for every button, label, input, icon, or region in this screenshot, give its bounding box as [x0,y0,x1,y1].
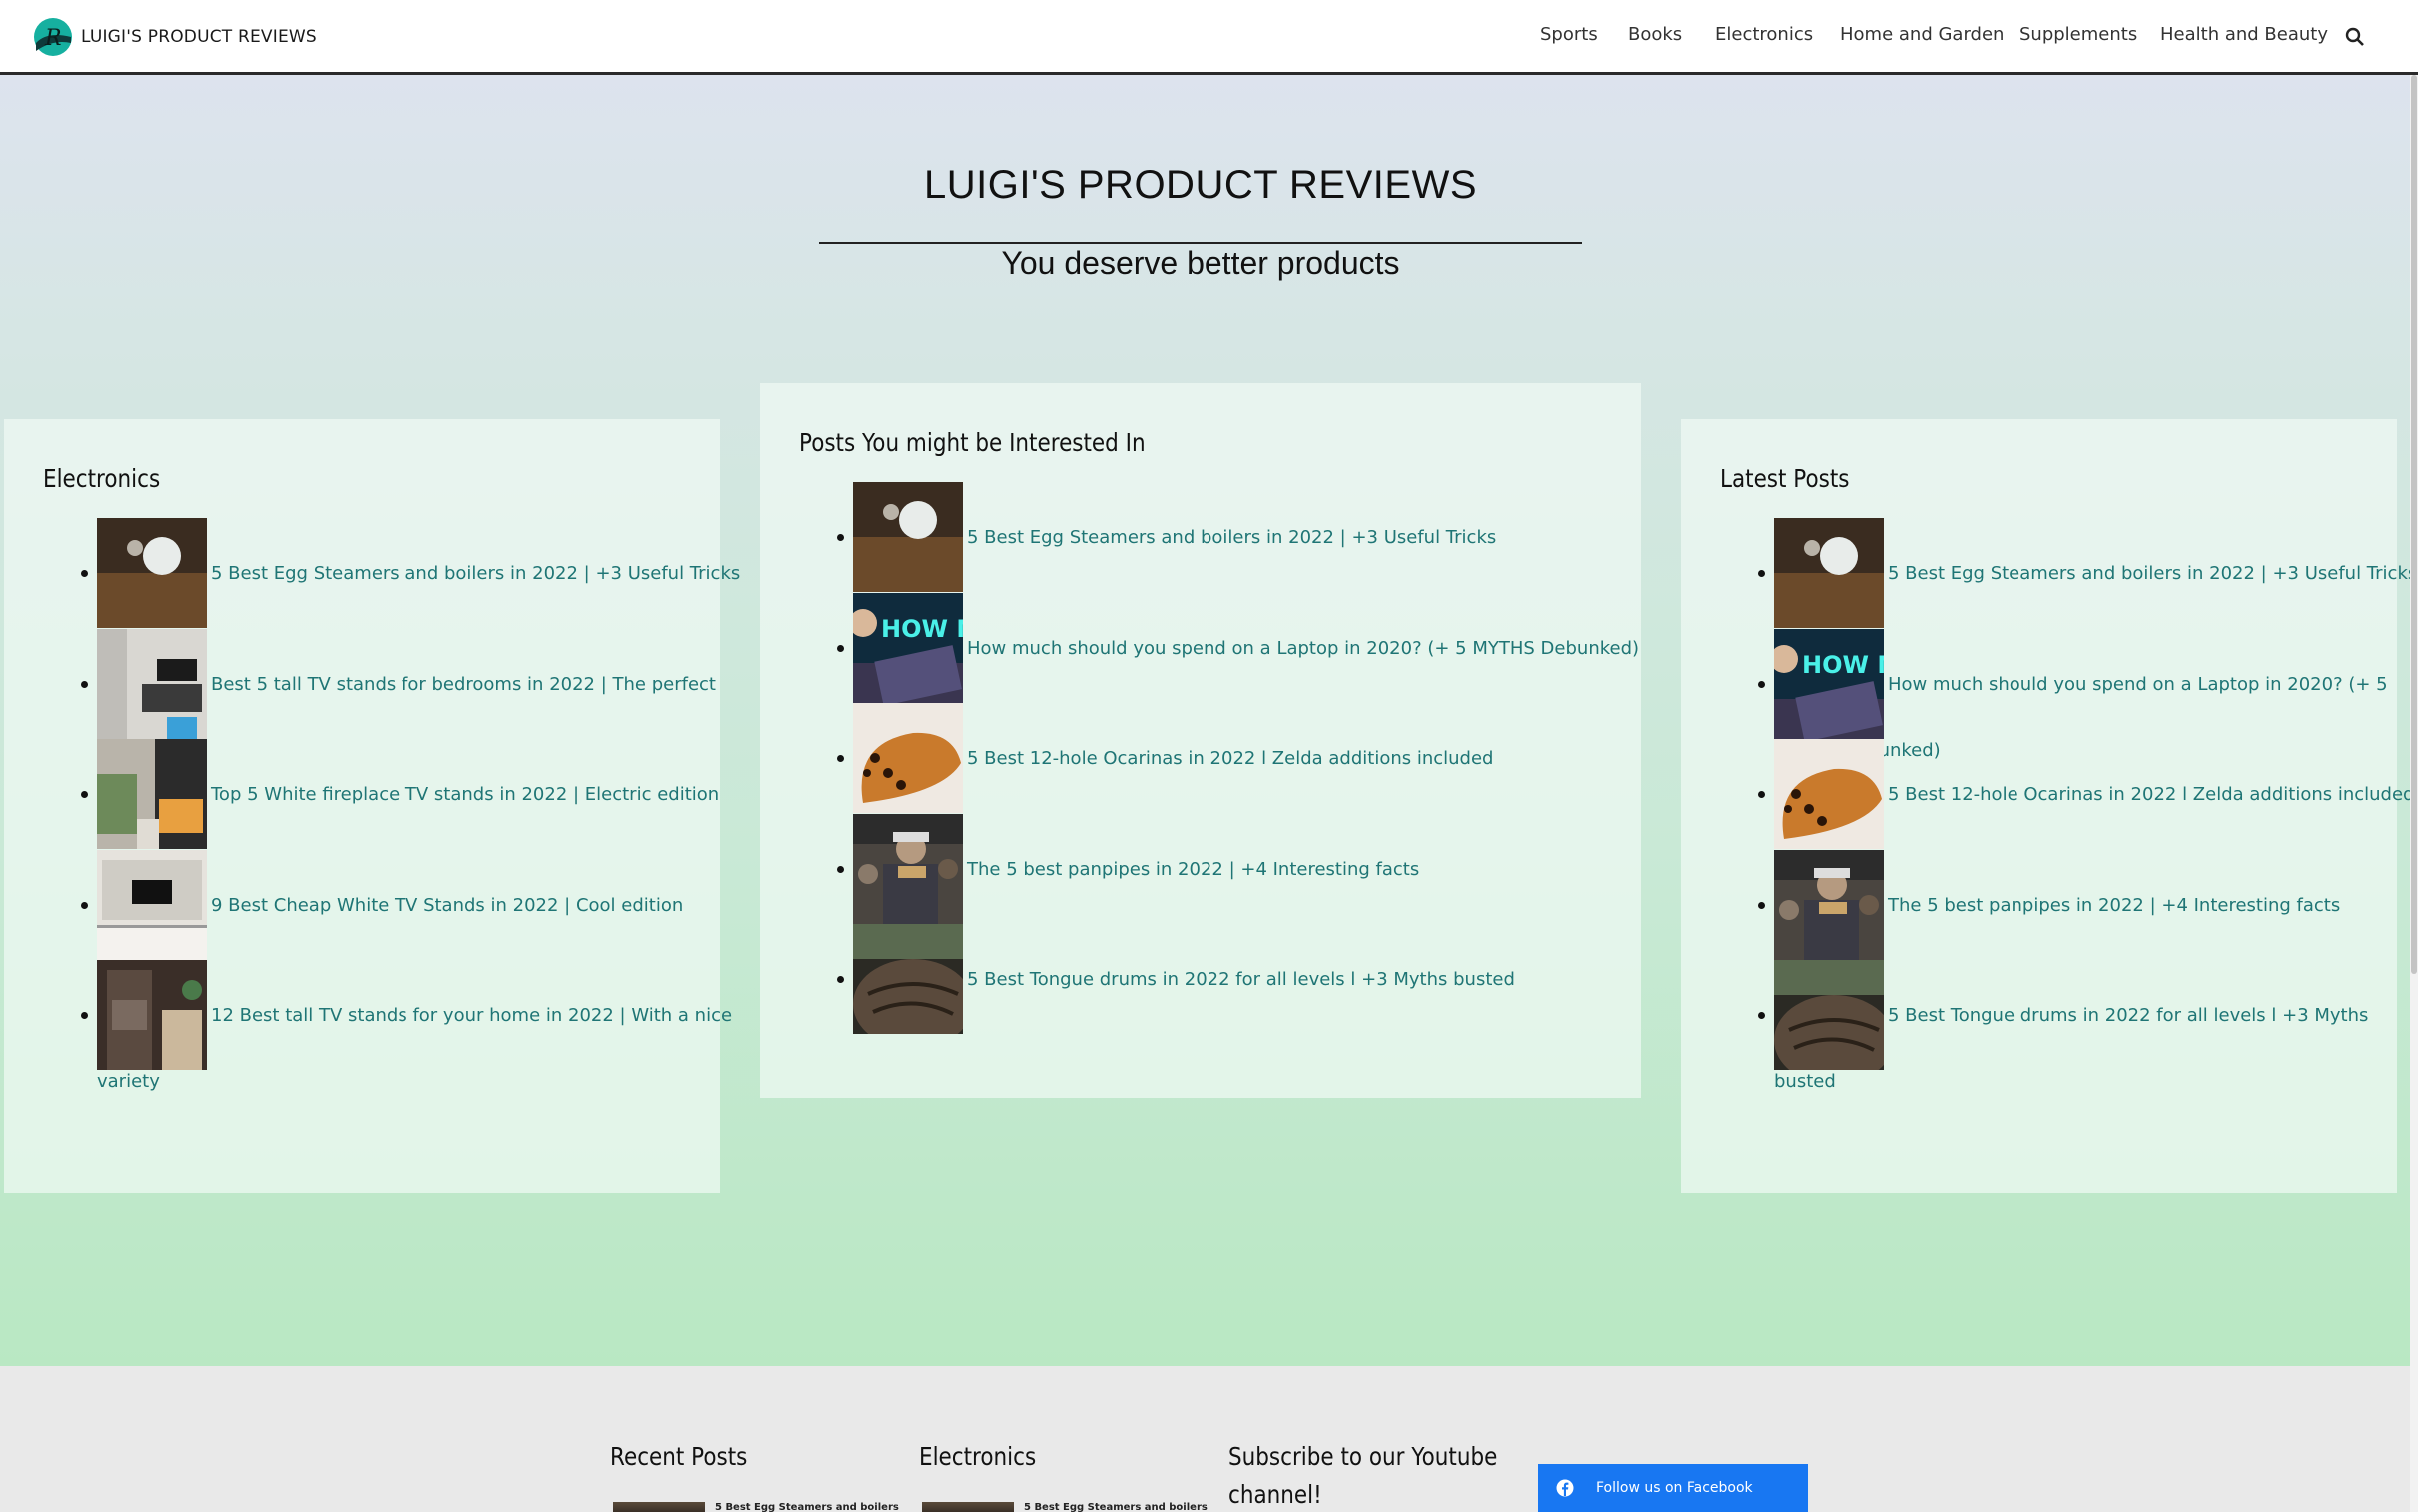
latest-posts-panel: Latest Posts 5 Best Egg Steamers and boi… [1681,419,2417,1193]
post-link[interactable]: 5 Best Egg Steamers and boilers in 2022 … [1888,538,2417,609]
bullet-icon [837,534,844,541]
post-list-item: HOW MUHow much should you spend on a Lap… [1681,628,2397,761]
post-thumbnail[interactable] [97,849,207,960]
bullet-icon [837,976,844,983]
post-link[interactable]: The 5 best panpipes in 2022 | +4 Interes… [1888,870,2340,941]
post-thumbnail[interactable] [853,813,963,924]
post-link[interactable]: The 5 best panpipes in 2022 | +4 Interes… [967,834,1419,905]
nav-link-supplements[interactable]: Supplements [2019,24,2137,45]
interested-posts-panel: Posts You might be Interested In 5 Best … [760,383,1641,1098]
post-link[interactable]: 5 Best Tongue drums in 2022 for all leve… [967,944,1515,1015]
post-list-item: HOW MUHow much should you spend on a Lap… [760,592,1641,706]
post-list-item: Best 5 tall TV stands for bedrooms in 20… [4,628,720,761]
bullet-icon [81,570,88,577]
bullet-icon [1758,901,1765,909]
post-thumbnail[interactable] [97,518,207,628]
post-thumbnail[interactable] [853,482,963,592]
nav-link-home-and-garden[interactable]: Home and Garden [1840,24,2004,45]
scrollbar-thumb[interactable] [2411,75,2417,974]
vertical-scrollbar[interactable] [2410,75,2418,1512]
main-nav: Sports Books Electronics Home and Garden… [0,24,2418,52]
bullet-icon [81,791,88,798]
post-thumbnail[interactable] [97,739,207,849]
bullet-icon [81,1012,88,1019]
bullet-icon [837,644,844,652]
post-list-item: The 5 best panpipes in 2022 | +4 Interes… [760,813,1641,924]
footer-electronics-post-thumbnail [922,1502,1014,1512]
post-thumbnail[interactable] [97,628,207,739]
footer-electronics-post-title: 5 Best Egg Steamers and boilers [1024,1502,1208,1512]
footer-recent-post-title: 5 Best Egg Steamers and boilers [715,1502,899,1512]
post-link[interactable]: 5 Best Tongue drums in 2022 for all leve… [1888,980,2368,1051]
post-link[interactable]: 5 Best 12-hole Ocarinas in 2022 l Zelda … [1888,759,2414,830]
electronics-panel-title: Electronics [43,464,161,493]
post-list-item: 5 Best Tongue drums in 2022 for all leve… [1681,960,2397,1092]
post-list-item: 5 Best Egg Steamers and boilers in 2022 … [4,518,740,628]
post-list-item: 5 Best 12-hole Ocarinas in 2022 l Zelda … [1681,739,2414,849]
hero-divider [819,242,1582,244]
post-link[interactable]: 5 Best Egg Steamers and boilers in 2022 … [967,502,1496,573]
nav-link-electronics[interactable]: Electronics [1715,24,1813,45]
bullet-icon [81,901,88,909]
post-list-item: 5 Best 12-hole Ocarinas in 2022 l Zelda … [760,703,1641,813]
post-link-continued[interactable]: busted [1774,1068,1836,1096]
nav-link-sports[interactable]: Sports [1540,24,1598,45]
post-link[interactable]: 5 Best 12-hole Ocarinas in 2022 l Zelda … [967,723,1493,794]
post-thumbnail[interactable]: HOW MU [849,592,1000,706]
bullet-icon [1758,791,1765,798]
search-icon[interactable] [2343,25,2367,49]
post-link[interactable]: How much should you spend on a Laptop in… [1888,649,2388,720]
electronics-panel: Electronics 5 Best Egg Steamers and boil… [4,419,740,1193]
bullet-icon [81,680,88,688]
bullet-icon [1758,680,1765,688]
bullet-icon [1758,570,1765,577]
post-thumbnail[interactable] [853,924,973,1049]
post-list-item: 9 Best Cheap White TV Stands in 2022 | C… [4,849,720,960]
post-list-item: The 5 best panpipes in 2022 | +4 Interes… [1681,849,2397,960]
bullet-icon [1758,1012,1765,1019]
post-list-item: Top 5 White fireplace TV stands in 2022 … [4,739,720,849]
footer-recent-posts-title: Recent Posts [610,1442,748,1471]
footer-recent-post-item[interactable]: 5 Best Egg Steamers and boilers [613,1502,899,1512]
post-link[interactable]: 5 Best Egg Steamers and boilers in 2022 … [211,538,740,609]
hero-subtitle: You deserve better products [1001,245,1400,281]
hero-section: LUIGI'S PRODUCT REVIEWS You deserve bett… [0,75,2417,1366]
latest-panel-title: Latest Posts [1720,464,1850,493]
footer: Recent Posts 5 Best Egg Steamers and boi… [0,1366,2410,1512]
facebook-follow-button[interactable]: Follow us on Facebook [1538,1464,1808,1512]
post-link[interactable]: Top 5 White fireplace TV stands in 2022 … [211,759,719,830]
post-link[interactable]: 9 Best Cheap White TV Stands in 2022 | C… [211,870,683,941]
post-list-item: 5 Best Egg Steamers and boilers in 2022 … [760,482,1641,592]
bullet-icon [837,865,844,873]
post-link[interactable]: Best 5 tall TV stands for bedrooms in 20… [211,649,716,720]
nav-link-books[interactable]: Books [1628,24,1682,45]
footer-electronics-post-item[interactable]: 5 Best Egg Steamers and boilers [922,1502,1208,1512]
post-thumbnail[interactable] [853,703,963,813]
footer-electronics-title: Electronics [919,1442,1037,1471]
interested-panel-title: Posts You might be Interested In [799,428,1146,457]
post-thumbnail[interactable] [1774,849,1884,960]
post-link-continued[interactable]: variety [97,1068,160,1096]
post-thumbnail[interactable] [1774,739,1884,849]
post-thumbnail[interactable] [97,960,207,1070]
footer-youtube-title-line2: channel! [1228,1480,1322,1509]
facebook-icon [1556,1479,1574,1497]
svg-text:HOW MU: HOW MU [881,615,963,643]
hero-title: LUIGI'S PRODUCT REVIEWS [923,163,1478,207]
svg-text:HOW MU: HOW MU [1802,651,1884,679]
post-thumbnail[interactable] [1774,518,1884,628]
post-link[interactable]: How much should you spend on a Laptop in… [967,613,1639,684]
post-link[interactable]: 12 Best tall TV stands for your home in … [211,980,732,1051]
post-thumbnail[interactable] [1774,960,1894,1085]
nav-link-health-and-beauty[interactable]: Health and Beauty [2160,24,2328,45]
post-thumbnail[interactable]: HOW MU [1770,628,1921,742]
post-list-item: 5 Best Egg Steamers and boilers in 2022 … [1681,518,2417,628]
post-list-item: 12 Best tall TV stands for your home in … [4,960,732,1092]
footer-youtube-title: Subscribe to our Youtube [1228,1442,1498,1471]
top-navigation-bar: R LUIGI'S PRODUCT REVIEWS Sports Books E… [0,0,2418,75]
post-list-item: 5 Best Tongue drums in 2022 for all leve… [760,924,1641,1049]
facebook-follow-label: Follow us on Facebook [1596,1480,1753,1496]
footer-recent-post-thumbnail [613,1502,705,1512]
bullet-icon [837,755,844,762]
